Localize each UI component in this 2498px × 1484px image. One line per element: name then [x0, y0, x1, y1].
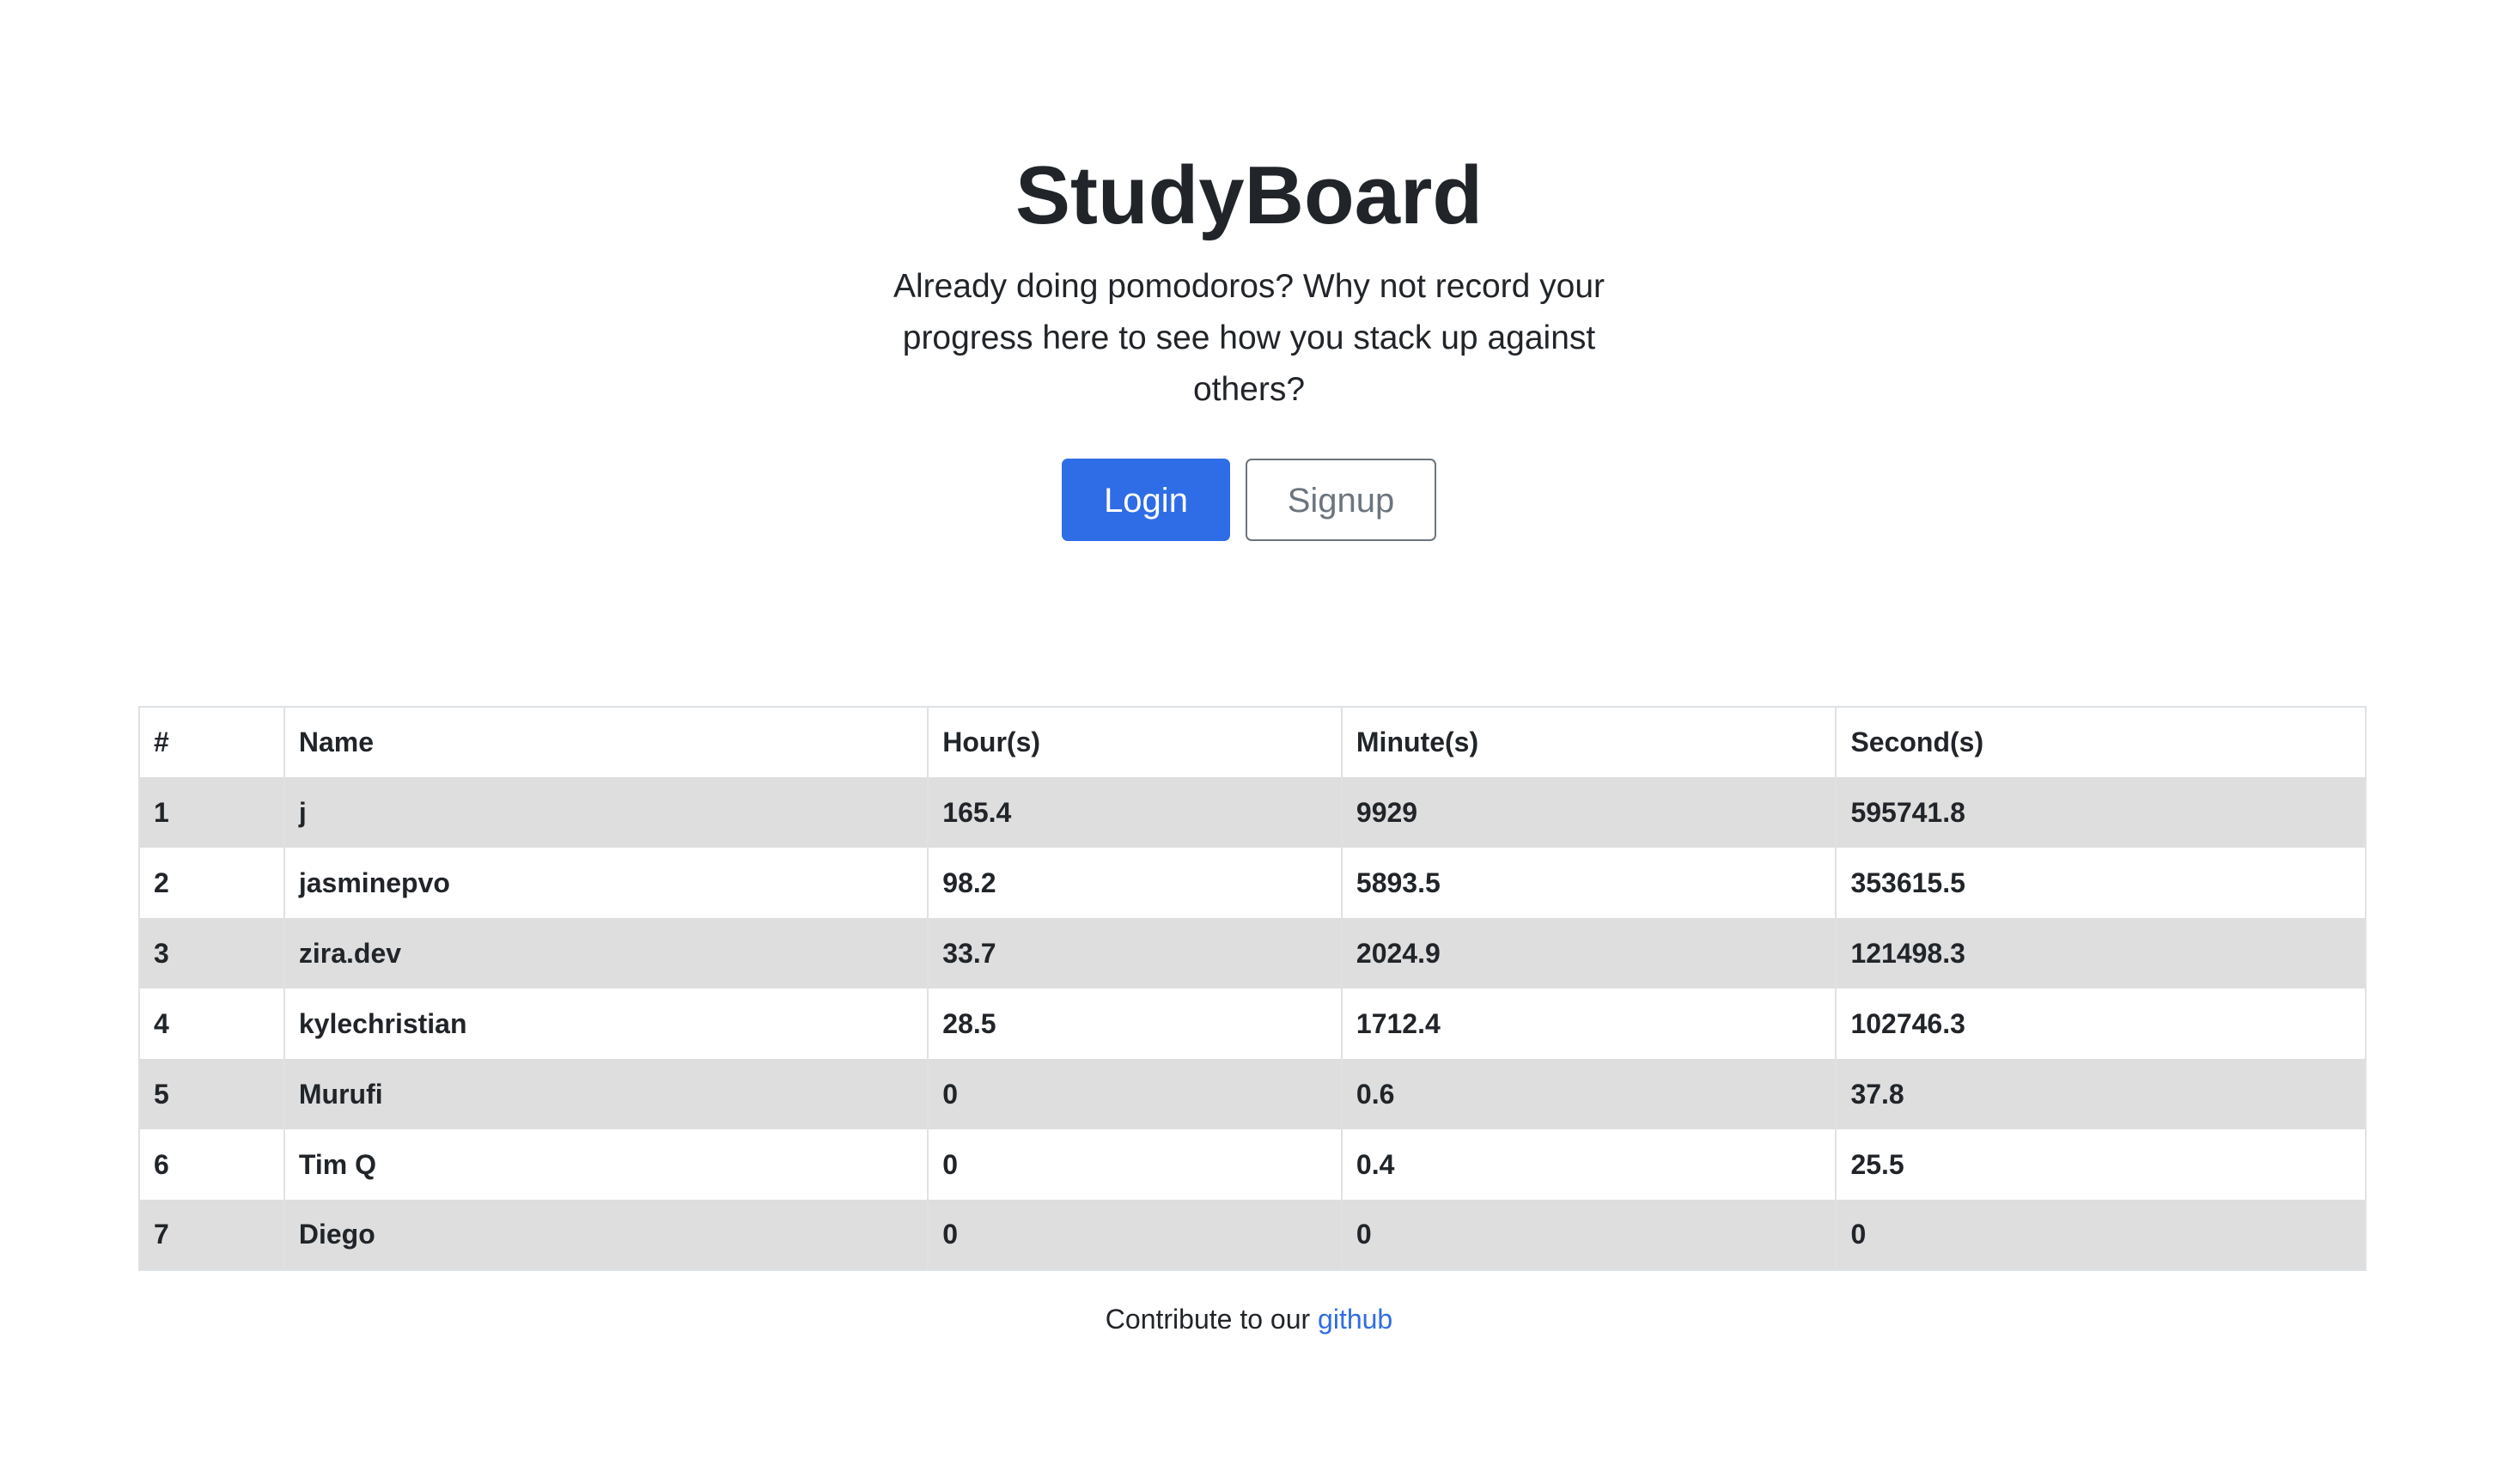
- footer: Contribute to our github: [0, 1298, 2498, 1340]
- name-cell: kylechristian: [283, 988, 929, 1059]
- rank-cell: 7: [138, 1200, 285, 1271]
- table-row: 4 kylechristian 28.5 1712.4 102746.3: [138, 988, 2367, 1059]
- hours-cell: 98.2: [927, 848, 1343, 918]
- table-row: 6 Tim Q 0 0.4 25.5: [138, 1129, 2367, 1200]
- seconds-cell: 25.5: [1835, 1129, 2367, 1200]
- hours-cell: 0: [927, 1129, 1343, 1200]
- minutes-cell: 1712.4: [1340, 988, 1837, 1059]
- name-cell: Murufi: [283, 1059, 929, 1129]
- column-header-hours: Hour(s): [927, 706, 1343, 777]
- rank-cell: 5: [138, 1059, 285, 1129]
- auth-actions: Login Signup: [0, 459, 2498, 541]
- login-button[interactable]: Login: [1062, 459, 1230, 541]
- hours-cell: 0: [927, 1059, 1343, 1129]
- header-row: # Name Hour(s) Minute(s) Second(s): [138, 706, 2367, 777]
- minutes-cell: 5893.5: [1340, 848, 1837, 918]
- minutes-cell: 0.6: [1340, 1059, 1837, 1129]
- hours-cell: 28.5: [927, 988, 1343, 1059]
- page-title: StudyBoard: [1014, 149, 1484, 241]
- rank-cell: 6: [138, 1129, 285, 1200]
- footer-text: Contribute to our: [1105, 1304, 1311, 1335]
- name-cell: zira.dev: [283, 918, 929, 988]
- leaderboard-table: # Name Hour(s) Minute(s) Second(s) 1 j 1…: [138, 706, 2367, 1271]
- table-row: 3 zira.dev 33.7 2024.9 121498.3: [138, 918, 2367, 988]
- minutes-cell: 9929: [1340, 777, 1837, 848]
- leaderboard-body: 1 j 165.4 9929 595741.8 2 jasminepvo 98.…: [138, 777, 2367, 1271]
- column-header-name: Name: [283, 706, 929, 777]
- hours-cell: 0: [927, 1200, 1343, 1271]
- name-cell: Tim Q: [283, 1129, 929, 1200]
- table-row: 1 j 165.4 9929 595741.8: [138, 777, 2367, 848]
- seconds-cell: 102746.3: [1835, 988, 2367, 1059]
- seconds-cell: 121498.3: [1835, 918, 2367, 988]
- column-header-seconds: Second(s): [1835, 706, 2367, 777]
- hours-cell: 165.4: [927, 777, 1343, 848]
- rank-cell: 3: [138, 918, 285, 988]
- rank-cell: 4: [138, 988, 285, 1059]
- signup-button[interactable]: Signup: [1246, 459, 1436, 541]
- table-row: 7 Diego 0 0 0: [138, 1200, 2367, 1271]
- rank-cell: 2: [138, 848, 285, 918]
- leaderboard-header: # Name Hour(s) Minute(s) Second(s): [138, 706, 2367, 777]
- minutes-cell: 0.4: [1340, 1129, 1837, 1200]
- seconds-cell: 353615.5: [1835, 848, 2367, 918]
- seconds-cell: 595741.8: [1835, 777, 2367, 848]
- column-header-minutes: Minute(s): [1340, 706, 1837, 777]
- minutes-cell: 2024.9: [1340, 918, 1837, 988]
- seconds-cell: 0: [1835, 1200, 2367, 1271]
- rank-cell: 1: [138, 777, 285, 848]
- seconds-cell: 37.8: [1835, 1059, 2367, 1129]
- table-row: 5 Murufi 0 0.6 37.8: [138, 1059, 2367, 1129]
- table-row: 2 jasminepvo 98.2 5893.5 353615.5: [138, 848, 2367, 918]
- column-header-rank: #: [138, 706, 285, 777]
- name-cell: Diego: [283, 1200, 929, 1271]
- name-cell: j: [283, 777, 929, 848]
- minutes-cell: 0: [1340, 1200, 1837, 1271]
- name-cell: jasminepvo: [283, 848, 929, 918]
- github-link[interactable]: github: [1318, 1304, 1392, 1335]
- hero: StudyBoard Already doing pomodoros? Why …: [0, 146, 2498, 541]
- tagline: Already doing pomodoros? Why not record …: [893, 268, 1605, 408]
- hours-cell: 33.7: [927, 918, 1343, 988]
